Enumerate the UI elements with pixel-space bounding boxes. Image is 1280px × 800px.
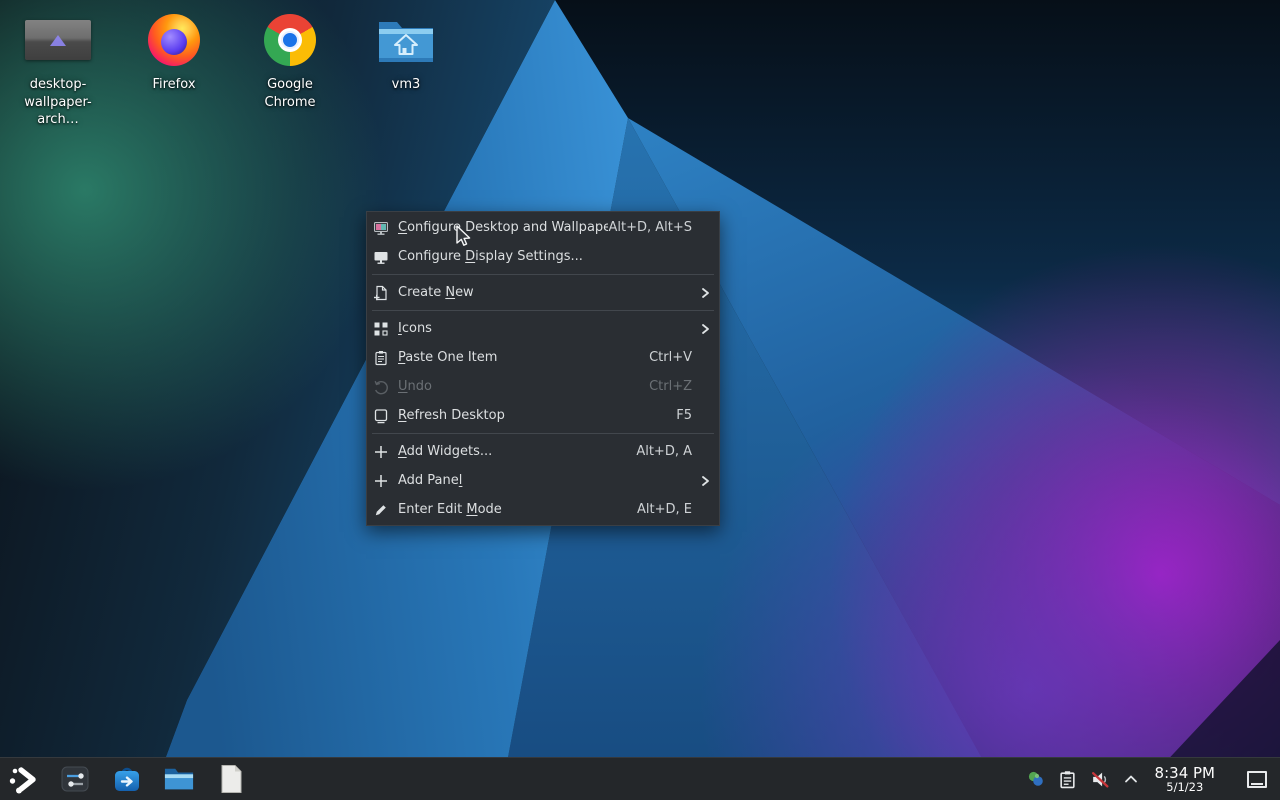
application-launcher-icon [9, 767, 36, 794]
display-settings-icon [373, 249, 389, 265]
expand-tray-button[interactable] [1123, 771, 1139, 787]
plus-icon [373, 473, 389, 489]
system-tray: 8:34 PM 5/1/23 [1027, 765, 1280, 794]
menu-separator [372, 310, 714, 311]
chrome-icon [264, 14, 316, 66]
menu-item-icons[interactable]: Icons [367, 314, 719, 343]
clipboard-icon [1059, 770, 1075, 788]
desktop-icon-google-chrome[interactable]: Google Chrome [242, 10, 338, 129]
menu-item-label: Create New [398, 285, 474, 300]
plus-icon [373, 444, 389, 460]
taskbar-item-text-editor[interactable] [216, 764, 246, 794]
menu-item-refresh-desktop[interactable]: Refresh Desktop F5 [367, 401, 719, 430]
desktop-icon-label: Firefox [152, 77, 196, 92]
discover-icon [115, 767, 139, 791]
system-settings-icon [61, 766, 89, 792]
plasma-desktop: desktop-wallpaper-arch… Firefox Google C… [0, 0, 1280, 800]
menu-item-shortcut: Alt+D, Alt+S [608, 220, 692, 235]
clock-time: 8:34 PM [1154, 763, 1215, 782]
menu-item-enter-edit-mode[interactable]: Enter Edit Mode Alt+D, E [367, 495, 719, 524]
desktop-context-menu: Configure Desktop and Wallpaper... Alt+D… [366, 211, 720, 526]
menu-item-shortcut: Ctrl+V [649, 350, 692, 365]
submenu-arrow-icon [702, 323, 709, 334]
taskbar: 8:34 PM 5/1/23 [0, 757, 1280, 800]
menu-separator [372, 274, 714, 275]
taskbar-item-file-manager[interactable] [164, 764, 194, 794]
submenu-arrow-icon [702, 475, 709, 486]
configure-wallpaper-icon [373, 220, 389, 236]
menu-item-label: Add Panel [398, 473, 463, 488]
desktop-icon-firefox[interactable]: Firefox [126, 10, 222, 129]
menu-item-label: Refresh Desktop [398, 408, 505, 423]
menu-item-shortcut: F5 [676, 408, 692, 423]
menu-item-undo: Undo Ctrl+Z [367, 372, 719, 401]
chevron-up-icon [1124, 775, 1137, 783]
menu-item-label: Icons [398, 321, 432, 336]
menu-item-label: Undo [398, 379, 432, 394]
desktop-icon-label: vm3 [391, 77, 421, 92]
taskbar-item-system-settings[interactable] [60, 764, 90, 794]
menu-item-label: Configure Display Settings... [398, 249, 583, 264]
menu-item-shortcut: Alt+D, A [636, 444, 692, 459]
menu-item-create-new[interactable]: Create New [367, 278, 719, 307]
digital-clock[interactable]: 8:34 PM 5/1/23 [1155, 765, 1215, 794]
menu-item-label: Enter Edit Mode [398, 502, 502, 517]
clipboard-paste-icon [373, 350, 389, 366]
menu-item-add-panel[interactable]: Add Panel [367, 466, 719, 495]
show-desktop-button[interactable] [1247, 770, 1267, 788]
menu-item-label: Add Widgets... [398, 444, 493, 459]
document-new-icon [373, 285, 389, 301]
desktop-icon-grid: desktop-wallpaper-arch… Firefox Google C… [10, 10, 454, 129]
desktop-icon-wallpaper-image[interactable]: desktop-wallpaper-arch… [10, 10, 106, 129]
edit-pencil-icon [373, 502, 389, 518]
taskbar-launchers [0, 764, 246, 794]
menu-separator [372, 433, 714, 434]
mouse-cursor [456, 225, 471, 246]
tray-app-indicator[interactable] [1027, 770, 1045, 788]
submenu-arrow-icon [702, 287, 709, 298]
desktop-icon-label: Google Chrome [264, 77, 316, 110]
volume-muted-icon [1091, 771, 1109, 787]
menu-item-configure-desktop-and-wallpaper[interactable]: Configure Desktop and Wallpaper... Alt+D… [367, 213, 719, 242]
taskbar-item-discover[interactable] [112, 764, 142, 794]
firefox-icon [148, 14, 200, 66]
menu-item-label: Configure Desktop and Wallpaper... [398, 220, 609, 235]
desktop-icon-vm3[interactable]: vm3 [358, 10, 454, 129]
menu-item-paste-one-item[interactable]: Paste One Item Ctrl+V [367, 343, 719, 372]
tray-volume[interactable] [1090, 770, 1110, 789]
application-launcher-button[interactable] [8, 764, 38, 794]
app-indicator-icon [1028, 771, 1043, 786]
menu-item-shortcut: Alt+D, E [637, 502, 692, 517]
menu-item-configure-display-settings[interactable]: Configure Display Settings... [367, 242, 719, 271]
refresh-desktop-icon [373, 408, 389, 424]
icons-grid-icon [373, 321, 389, 337]
arch-logo-icon [50, 34, 66, 46]
clock-date: 5/1/23 [1166, 779, 1204, 794]
tray-clipboard[interactable] [1058, 770, 1077, 789]
folder-icon [164, 768, 194, 790]
folder-home-icon [379, 22, 433, 62]
undo-icon [373, 379, 389, 395]
menu-item-shortcut: Ctrl+Z [649, 379, 692, 394]
menu-item-label: Paste One Item [398, 350, 498, 365]
menu-item-add-widgets[interactable]: Add Widgets... Alt+D, A [367, 437, 719, 466]
image-thumbnail-icon [25, 20, 91, 60]
document-icon [221, 765, 241, 793]
desktop-icon-label: desktop-wallpaper-arch… [24, 77, 92, 128]
